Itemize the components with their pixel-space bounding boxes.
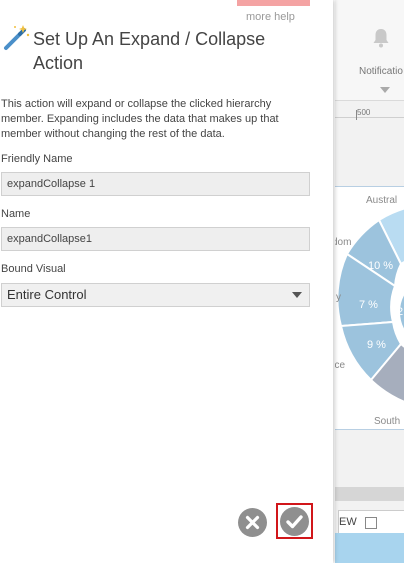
ruler-tick-label: 500 (357, 108, 371, 117)
notifications-label[interactable]: Notificatio (359, 66, 403, 77)
action-setup-panel: more help Set Up An Expand / Collapse Ac… (0, 0, 333, 563)
background-status-bar (335, 533, 404, 563)
friendly-name-label: Friendly Name (1, 153, 73, 165)
window-icon (365, 517, 377, 529)
name-label: Name (1, 208, 31, 220)
dialog-title: Set Up An Expand / Collapse Action (33, 29, 266, 73)
chart-value-label: 2 (397, 306, 404, 318)
background-footer-bar (335, 487, 404, 501)
bound-visual-value: Entire Control (7, 287, 87, 302)
background-app: Notificatio 500 Austral dom y nce South … (335, 0, 404, 563)
bound-visual-label: Bound Visual (1, 263, 66, 275)
chevron-down-icon[interactable] (292, 292, 302, 298)
chart-label: South (374, 416, 401, 427)
chart-label: dom (335, 237, 352, 248)
ok-button[interactable] (280, 507, 309, 536)
background-toolbar (335, 0, 404, 101)
chart-label: Austral (366, 195, 398, 206)
chart-label: y (336, 292, 341, 303)
chart-value-label: 9 % (367, 339, 386, 351)
wand-icon (4, 25, 30, 50)
name-field[interactable]: expandCollapse1 (1, 227, 310, 251)
more-help-link[interactable]: more help (246, 11, 295, 23)
x-circle-icon (245, 515, 260, 530)
chart-value-label: 7 % (359, 299, 378, 311)
help-tab[interactable] (237, 0, 310, 6)
bell-icon[interactable] (372, 28, 390, 48)
cancel-button[interactable] (238, 508, 267, 537)
dialog-description: This action will expand or collapse the … (1, 98, 279, 140)
view-button-label: EW (339, 516, 357, 528)
friendly-name-field[interactable]: expandCollapse 1 (1, 172, 310, 196)
bound-visual-select[interactable]: Entire Control (1, 283, 310, 307)
checkmark-circle-icon (286, 515, 303, 529)
chart-label: nce (335, 360, 346, 371)
chevron-down-icon[interactable] (380, 87, 390, 93)
chart-value-label: 10 % (368, 260, 394, 272)
